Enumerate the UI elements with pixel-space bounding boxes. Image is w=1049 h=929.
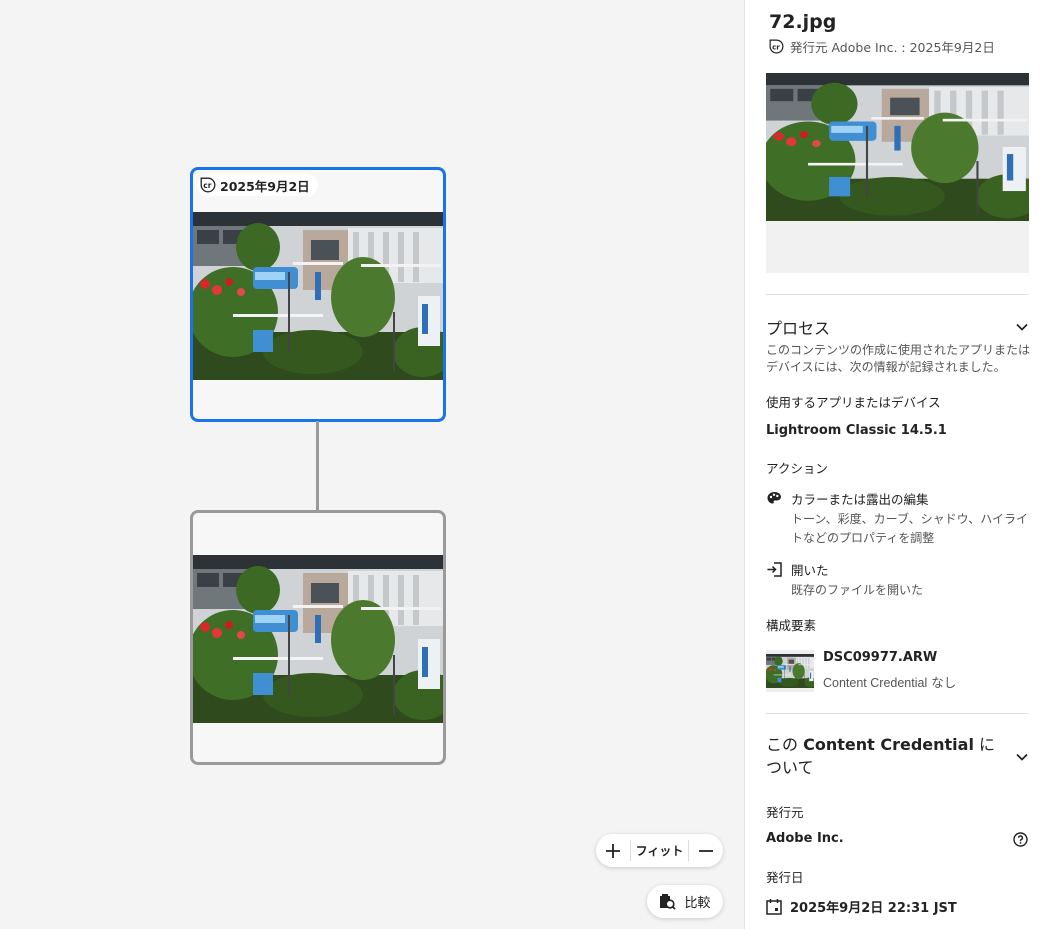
ingredient-item[interactable]: DSC09977.ARW Content Credential なし [766, 650, 956, 692]
zoom-in-button[interactable] [596, 834, 630, 867]
compare-search-icon [660, 894, 677, 910]
ingredient-thumbnail [193, 555, 443, 723]
action-item: カラーまたは露出の編集 トーン、彩度、カーブ、シャドウ、ハイライトなどのプロパテ… [766, 489, 1036, 548]
file-name: 72.jpg [769, 11, 837, 33]
issuer-label: 発行元 [766, 805, 804, 820]
node-connector [316, 421, 319, 510]
file-preview-image [766, 73, 1029, 221]
minus-icon [699, 849, 713, 852]
credential-date: 2025年9月2日 [220, 178, 310, 194]
issued-value: 2025年9月2日 22:31 JST [790, 901, 957, 916]
action-description: トーン、彩度、カーブ、シャドウ、ハイライトなどのプロパティを調整 [791, 512, 1029, 545]
issued-label: 発行日 [766, 870, 804, 885]
ingredient-thumbnail-image [766, 654, 814, 688]
current-file-thumbnail [193, 212, 443, 380]
content-credentials-icon: cr [200, 177, 216, 193]
compare-label: 比較 [684, 896, 711, 911]
zoom-out-button[interactable] [689, 834, 723, 867]
compare-button[interactable]: 比較 [647, 885, 723, 918]
content-credentials-icon: cr [769, 39, 784, 54]
svg-text:cr: cr [772, 42, 780, 51]
zoom-controls: フィット [596, 834, 723, 867]
credential-date-badge: cr 2025年9月2日 [197, 174, 318, 196]
action-title: カラーまたは露出の編集 [791, 492, 929, 507]
divider [766, 294, 1029, 295]
ingredient-credential-status: Content Credential なし [823, 672, 956, 691]
ingredients-label: 構成要素 [766, 618, 817, 633]
content-credential-term: Content Credential [823, 676, 928, 690]
actions-label: アクション [766, 461, 828, 476]
issuer-summary: cr 発行元 Adobe Inc. : 2025年9月2日 [769, 37, 995, 56]
palette-icon [767, 492, 781, 504]
svg-text:cr: cr [203, 181, 211, 190]
file-preview [766, 73, 1029, 273]
calendar-icon [766, 899, 782, 915]
chevron-down-icon[interactable] [1015, 750, 1029, 764]
action-item: 開いた 既存のファイルを開いた [766, 560, 1036, 600]
ingredient-node[interactable] [190, 510, 446, 765]
divider [766, 713, 1029, 714]
zoom-fit-button[interactable]: フィット [630, 840, 689, 861]
action-description: 既存のファイルを開いた [791, 583, 924, 597]
process-section-title: プロセス [766, 319, 831, 338]
credential-status-value: なし [931, 675, 957, 690]
app-value: Lightroom Classic 14.5.1 [766, 423, 947, 438]
issuer-line: 発行元 Adobe Inc. : 2025年9月2日 [790, 40, 995, 55]
open-file-icon [767, 562, 782, 577]
current-file-node[interactable]: cr 2025年9月2日 [190, 167, 446, 422]
about-title-term: Content Credential [803, 735, 974, 754]
about-title-prefix: この [766, 735, 799, 754]
ingredient-name: DSC09977.ARW [823, 650, 938, 665]
chevron-down-icon[interactable] [1015, 320, 1029, 334]
help-icon[interactable] [1013, 832, 1028, 847]
ingredient-thumbnail [766, 650, 814, 692]
provenance-canvas[interactable]: cr 2025年9月2日 フィット 比較 [0, 0, 744, 929]
details-panel: 72.jpg cr 発行元 Adobe Inc. : 2025年9月2日 プロセ… [744, 0, 1049, 929]
about-section-title: この Content Credential について [766, 733, 1006, 779]
plus-icon [606, 843, 620, 858]
action-title: 開いた [791, 563, 829, 578]
app-label: 使用するアプリまたはデバイス [766, 395, 941, 410]
process-description: このコンテンツの作成に使用されたアプリまたはデバイスには、次の情報が記録されまし… [766, 343, 1031, 374]
issuer-value: Adobe Inc. [766, 831, 844, 846]
issued-date-row: 2025年9月2日 22:31 JST [766, 897, 957, 916]
